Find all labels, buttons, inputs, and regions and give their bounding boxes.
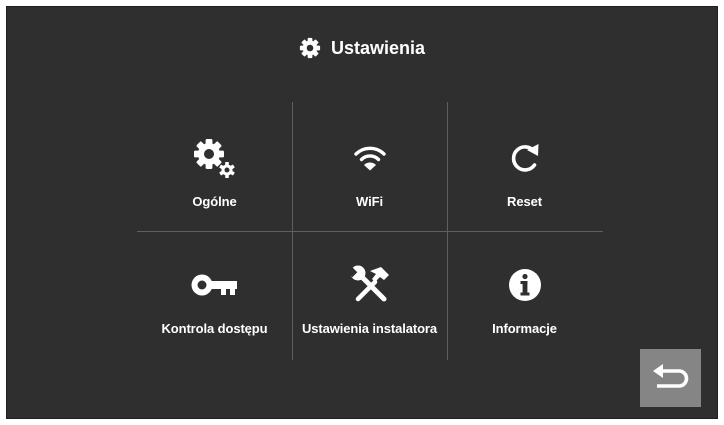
menu-item-label: Reset bbox=[507, 194, 542, 209]
key-icon bbox=[191, 274, 237, 296]
menu-item-wifi[interactable]: WiFi bbox=[292, 102, 447, 231]
settings-screen: Ustawienia Ogólne WiFi Reset Kontrola do… bbox=[6, 6, 718, 419]
refresh-icon bbox=[511, 144, 538, 172]
wifi-icon bbox=[353, 146, 386, 171]
menu-item-information[interactable]: Informacje bbox=[447, 231, 602, 360]
menu-item-label: Informacje bbox=[492, 321, 557, 336]
gears-icon bbox=[193, 139, 235, 178]
menu-item-installer-settings[interactable]: Ustawienia instalatora bbox=[292, 231, 447, 360]
page-title: Ustawienia bbox=[330, 37, 426, 58]
header: Ustawienia bbox=[7, 37, 717, 59]
return-arrow-icon bbox=[652, 364, 688, 388]
menu-item-label: Ogólne bbox=[192, 194, 237, 209]
info-icon bbox=[508, 269, 541, 301]
tools-icon bbox=[347, 265, 389, 302]
settings-menu-grid: Ogólne WiFi Reset Kontrola dostępu Ustaw… bbox=[137, 102, 603, 360]
back-button[interactable] bbox=[640, 349, 701, 407]
menu-item-label: Ustawienia instalatora bbox=[301, 321, 438, 336]
menu-item-label: Kontrola dostępu bbox=[161, 321, 268, 336]
menu-item-access-control[interactable]: Kontrola dostępu bbox=[137, 231, 292, 360]
menu-item-reset[interactable]: Reset bbox=[447, 102, 602, 231]
menu-item-general[interactable]: Ogólne bbox=[137, 102, 292, 231]
gear-icon bbox=[299, 37, 321, 59]
menu-item-label: WiFi bbox=[356, 194, 383, 209]
